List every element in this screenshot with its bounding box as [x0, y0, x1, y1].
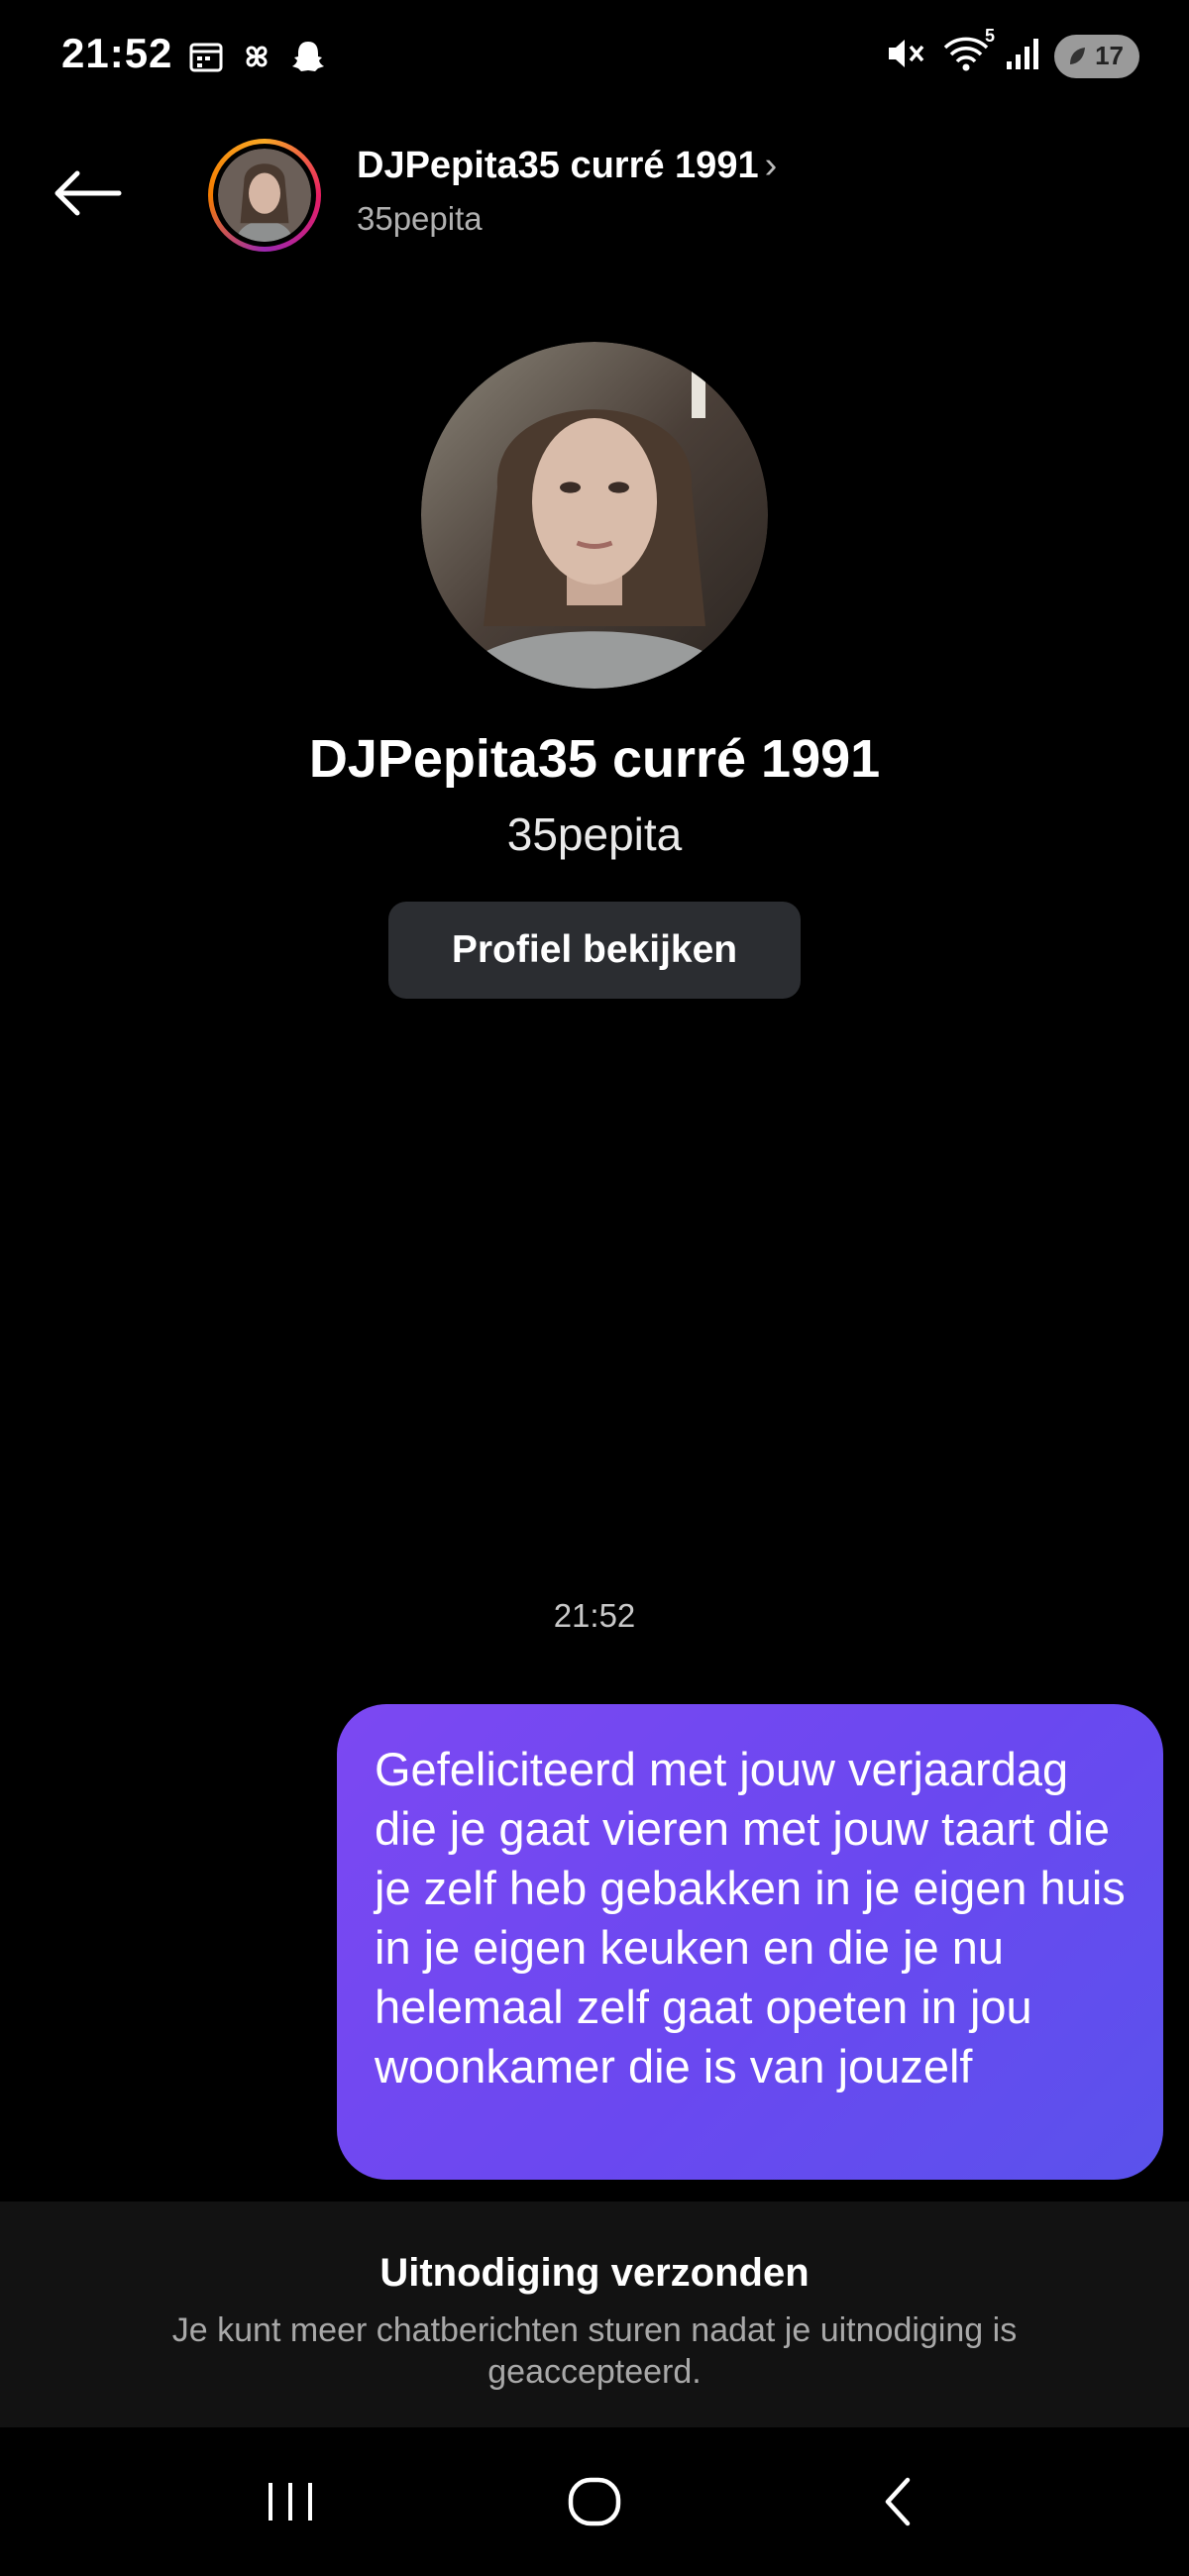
- wifi-icon: 5: [941, 26, 995, 78]
- invitation-description: Je kunt meer chatberichten sturen nadat …: [171, 2311, 1018, 2391]
- profile-username: 35pepita: [506, 808, 683, 860]
- view-profile-button[interactable]: Profiel bekijken: [388, 902, 801, 999]
- system-nav-bar: [0, 2427, 1189, 2576]
- back-icon: [885, 2477, 910, 2526]
- pinwheel-icon: [238, 38, 275, 80]
- profile-avatar[interactable]: [421, 342, 768, 689]
- profile-photo: [421, 342, 768, 689]
- avatar-photo: [218, 149, 311, 242]
- header-avatar[interactable]: [208, 139, 321, 252]
- chat-header: DJPepita35 curré 1991 › 35pepita: [0, 129, 1189, 258]
- outgoing-message-bubble[interactable]: Gefeliciteerd met jouw verjaardag die je…: [337, 1704, 1163, 2180]
- status-icons-right: 5 17: [886, 26, 1139, 78]
- battery-saver-icon: [1066, 45, 1088, 75]
- mute-icon: [886, 35, 927, 77]
- header-name-text: DJPepita35 curré 1991: [357, 145, 759, 186]
- wifi-badge: 5: [984, 26, 995, 46]
- signal-icon: [1005, 36, 1040, 76]
- profile-display-name: DJPepita35 curré 1991: [308, 729, 881, 789]
- status-time: 21:52: [61, 30, 173, 76]
- nav-back-button[interactable]: [839, 2452, 958, 2551]
- invitation-title: Uitnodiging verzonden: [379, 2251, 810, 2295]
- message-timestamp: 21:52: [553, 1597, 636, 1634]
- arrow-left-icon: [54, 170, 122, 216]
- invitation-sent-panel: Uitnodiging verzonden Je kunt meer chatb…: [0, 2201, 1189, 2427]
- battery-icon: 17: [1054, 34, 1139, 78]
- header-display-name[interactable]: DJPepita35 curré 1991 ›: [357, 145, 777, 187]
- chevron-right-icon: ›: [764, 145, 778, 186]
- home-button[interactable]: [535, 2452, 654, 2551]
- recents-button[interactable]: [231, 2452, 350, 2551]
- home-icon: [568, 2477, 621, 2526]
- calendar-icon: [188, 40, 224, 78]
- back-button[interactable]: [48, 159, 127, 228]
- battery-level: 17: [1095, 41, 1124, 70]
- status-bar: 21:52 5 17: [0, 0, 1189, 119]
- recents-icon: [269, 2483, 313, 2521]
- status-icons-left: [188, 38, 327, 80]
- header-username: 35pepita: [357, 200, 483, 237]
- snapchat-icon: [289, 38, 327, 80]
